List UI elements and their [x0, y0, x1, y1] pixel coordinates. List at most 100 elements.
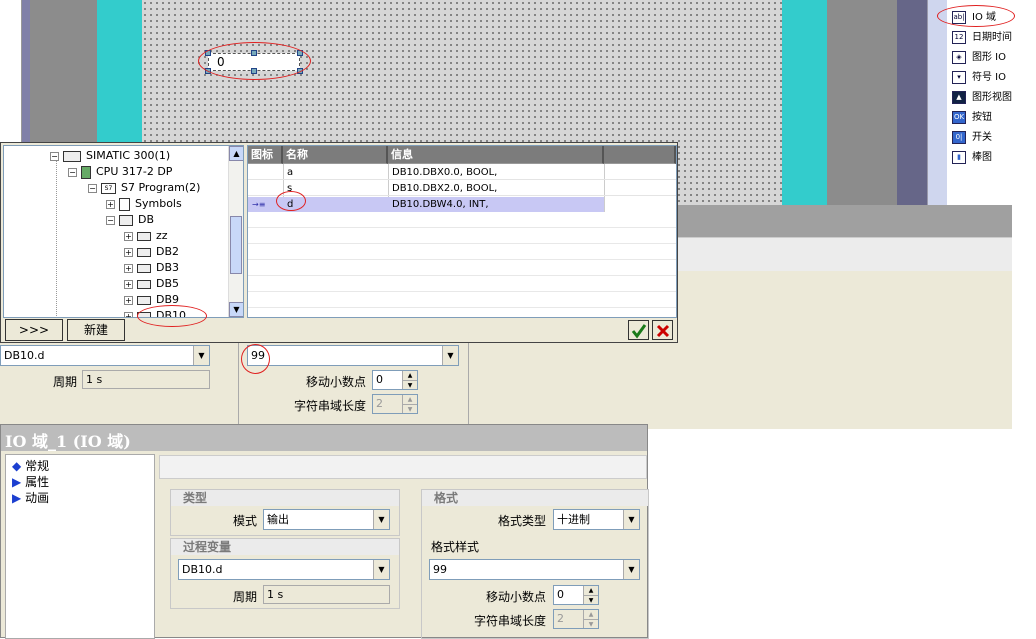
expand-icon[interactable]: + — [124, 247, 133, 257]
tree-scrollbar[interactable]: ▲ ▼ — [228, 146, 243, 317]
mode-combo[interactable]: 输出 ▼ — [263, 509, 390, 530]
chevron-down-icon[interactable]: ▼ — [623, 510, 639, 529]
chevron-down-icon[interactable]: ▼ — [373, 560, 389, 579]
row-icon — [248, 165, 252, 180]
chevron-down-icon[interactable]: ▼ — [193, 346, 209, 365]
toolbox-item-bar[interactable]: ▮ 棒图 — [947, 148, 992, 168]
tree-node-program[interactable]: − S7 S7 Program(2) — [88, 180, 200, 196]
tree-node-station[interactable]: − SIMATIC 300(1) — [50, 148, 170, 164]
collapse-icon[interactable]: − — [68, 167, 77, 177]
block-icon — [137, 295, 151, 305]
tree-label: SIMATIC 300(1) — [86, 149, 171, 162]
check-icon — [631, 324, 646, 339]
spin-up-icon[interactable]: ▲ — [583, 586, 598, 595]
chevron-down-icon[interactable]: ▼ — [442, 346, 458, 365]
column-header-info[interactable]: 信息 — [388, 146, 604, 164]
toolbox-item-switch[interactable]: 0| 开关 — [947, 128, 992, 148]
process-variable-combo[interactable]: DB10.d ▼ — [178, 559, 390, 580]
collapse-icon[interactable]: − — [88, 183, 97, 193]
expand-icon[interactable]: + — [124, 295, 133, 305]
toolbox-item-symbolic-io[interactable]: ▾ 符号 IO — [947, 68, 1006, 88]
row-info: DB10.DBW4.0, INT, — [392, 199, 489, 210]
spin-up-icon[interactable]: ▲ — [402, 395, 417, 404]
nav-label: 动画 — [25, 491, 50, 505]
upper-strlen-spinner[interactable]: 2 ▲ ▼ — [372, 394, 418, 414]
period-field[interactable]: 1 s — [263, 585, 390, 604]
tree-node-symbols[interactable]: + Symbols — [106, 196, 182, 212]
expand-button[interactable]: >>> — [5, 319, 63, 341]
upper-strlen-value: 2 — [376, 397, 383, 410]
close-icon — [656, 324, 669, 338]
new-button[interactable]: 新建 — [67, 319, 125, 341]
expand-icon[interactable]: + — [124, 263, 133, 273]
collapse-icon[interactable]: − — [106, 215, 115, 225]
nav-item-general[interactable]: ◆ 常规 — [12, 457, 49, 474]
expand-icon[interactable]: + — [124, 231, 133, 241]
tree-label: DB9 — [156, 293, 180, 306]
tree-node-db[interactable]: − DB — [106, 212, 154, 228]
red-annotation-circle — [937, 5, 1015, 27]
s7-program-icon: S7 — [101, 182, 116, 194]
tree-node-block[interactable]: + DB2 — [124, 244, 179, 260]
chevron-down-icon[interactable]: ▼ — [623, 560, 639, 579]
properties-title-bar: IO 域_1 (IO 域) — [1, 425, 647, 451]
type-group-title: 类型 — [171, 490, 399, 506]
column-header-icon[interactable]: 图标 — [248, 146, 283, 164]
decimals-spinner[interactable]: 0 ▲ ▼ — [553, 585, 599, 605]
spin-down-icon[interactable]: ▼ — [583, 619, 598, 628]
tree-label: DB3 — [156, 261, 180, 274]
toolbox-splitter[interactable] — [927, 0, 947, 205]
toolbox-item-datetime[interactable]: 12 日期时间 — [947, 28, 1012, 48]
toolbox-item-graphic-view[interactable]: ▲ 图形视图 — [947, 88, 1012, 108]
format-style-label: 格式样式 — [431, 540, 480, 554]
toolbox-item-graphic-io[interactable]: ◈ 图形 IO — [947, 48, 1006, 68]
scroll-thumb[interactable] — [230, 216, 242, 274]
format-group-title: 格式 — [422, 490, 648, 506]
tree-node-block[interactable]: + zz — [124, 228, 168, 244]
red-annotation-circle — [276, 191, 306, 211]
upper-period-field[interactable]: 1 s — [82, 370, 210, 389]
spin-up-icon[interactable]: ▲ — [402, 371, 417, 380]
row-name: a — [287, 167, 294, 178]
format-style-value: 99 — [433, 563, 447, 576]
expand-icon[interactable]: + — [124, 311, 133, 317]
spin-down-icon[interactable]: ▼ — [583, 595, 598, 604]
scroll-down-icon[interactable]: ▼ — [229, 302, 243, 317]
chevron-down-icon[interactable]: ▼ — [373, 510, 389, 529]
expand-icon[interactable]: + — [106, 199, 115, 209]
upper-decimals-spinner[interactable]: 0 ▲ ▼ — [372, 370, 418, 390]
upper-var-combo[interactable]: DB10.d ▼ — [0, 345, 210, 366]
column-header-name[interactable]: 名称 — [283, 146, 388, 164]
red-annotation-circle — [137, 305, 207, 327]
nav-item-animation[interactable]: ▶ 动画 — [12, 489, 49, 506]
strlen-spinner[interactable]: 2 ▲ ▼ — [553, 609, 599, 629]
tree-node-block[interactable]: + DB3 — [124, 260, 179, 276]
tree-label: DB — [138, 213, 155, 226]
expand-icon[interactable]: + — [124, 279, 133, 289]
tree-node-block[interactable]: + DB5 — [124, 276, 179, 292]
table-row[interactable]: a DB10.DBX0.0, BOOL, — [248, 165, 676, 180]
cancel-button[interactable] — [652, 320, 673, 340]
toolbox-label: 图形 IO — [972, 52, 1006, 63]
confirm-button[interactable] — [628, 320, 649, 340]
toolbox-item-button[interactable]: OK 按钮 — [947, 108, 992, 128]
toolbox-label: 按钮 — [972, 112, 992, 123]
nav-label: 属性 — [25, 475, 50, 489]
table-row[interactable]: s DB10.DBX2.0, BOOL, — [248, 181, 676, 196]
format-type-combo[interactable]: 十进制 ▼ — [553, 509, 640, 530]
nav-arrow-filled-icon: ◆ — [12, 459, 22, 473]
spin-down-icon[interactable]: ▼ — [402, 404, 417, 413]
tree-node-cpu[interactable]: − CPU 317-2 DP — [68, 164, 172, 180]
scroll-up-icon[interactable]: ▲ — [229, 146, 243, 161]
collapse-icon[interactable]: − — [50, 151, 59, 161]
spin-up-icon[interactable]: ▲ — [583, 610, 598, 619]
column-header-extra[interactable] — [604, 146, 676, 164]
spin-down-icon[interactable]: ▼ — [402, 380, 417, 389]
upper-format-combo[interactable]: 99 ▼ — [247, 345, 459, 366]
upper-decimals-label: 移动小数点 — [306, 375, 367, 389]
toolbox-label: 图形视图 — [972, 92, 1012, 103]
nav-arrow-icon: ▶ — [12, 491, 22, 505]
toolbox-label: 棒图 — [972, 152, 992, 163]
nav-item-properties[interactable]: ▶ 属性 — [12, 473, 49, 490]
format-style-combo[interactable]: 99 ▼ — [429, 559, 640, 580]
